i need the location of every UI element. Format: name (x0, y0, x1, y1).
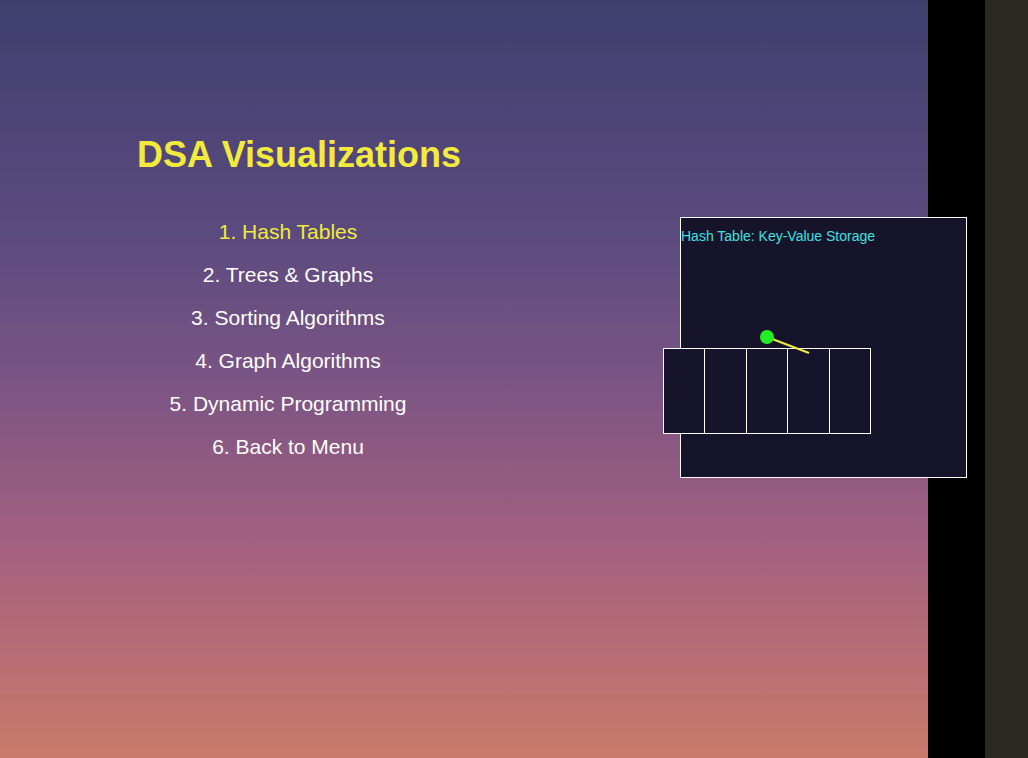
bucket-cell (747, 349, 788, 433)
menu-title: DSA Visualizations (137, 133, 928, 177)
menu-item[interactable]: 2. Trees & Graphs (137, 253, 439, 296)
preview-title: Hash Table: Key-Value Storage (681, 228, 875, 244)
menu-item[interactable]: 5. Dynamic Programming (137, 382, 439, 425)
bucket-cell (705, 349, 746, 433)
menu-item[interactable]: 6. Back to Menu (137, 425, 439, 468)
menu-item[interactable]: 1. Hash Tables (137, 210, 439, 253)
key-dot (760, 330, 774, 344)
hash-table (663, 348, 871, 434)
menu-item[interactable]: 3. Sorting Algorithms (137, 296, 439, 339)
side-strip (985, 0, 1028, 758)
menu-item[interactable]: 4. Graph Algorithms (137, 339, 439, 382)
main-menu: 1. Hash Tables2. Trees & Graphs3. Sortin… (137, 210, 439, 468)
pointer-line (681, 218, 968, 479)
bucket-cell (664, 349, 705, 433)
game-screen: DSA Visualizations 1. Hash Tables2. Tree… (0, 0, 1028, 758)
bucket-cell (830, 349, 870, 433)
bucket-cell (788, 349, 829, 433)
preview-panel: Hash Table: Key-Value Storage (680, 217, 967, 478)
